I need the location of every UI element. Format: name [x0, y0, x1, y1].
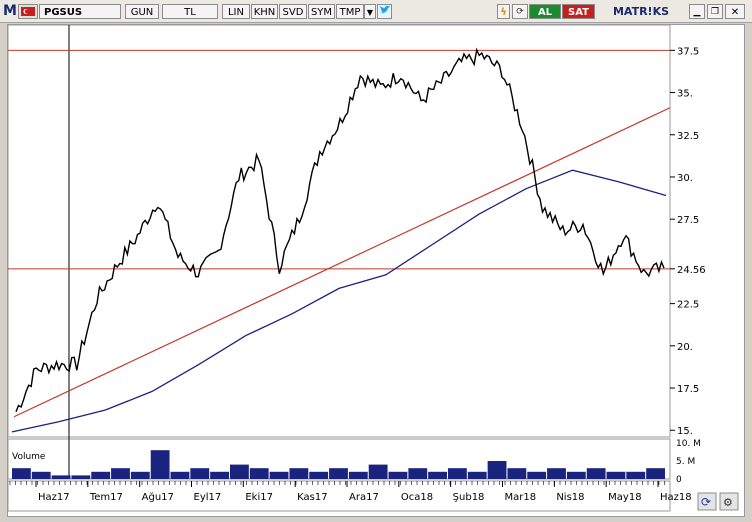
price-chart[interactable]: 15. 17.5 20. 22.5 24.56 27.5 30. 32.5 35. 37.5 10…	[7, 24, 744, 516]
volume-bar	[51, 475, 71, 479]
volume-bar	[31, 471, 51, 479]
volume-bar	[507, 468, 527, 479]
volume-bar	[170, 471, 190, 479]
flag-icon[interactable]	[18, 4, 38, 19]
x-tick-label: Mar18	[505, 492, 537, 503]
volume-bar	[606, 471, 626, 479]
volume-bar	[448, 468, 467, 479]
settings-icon[interactable]: ⚙	[719, 492, 739, 511]
volume-bar	[646, 468, 665, 479]
x-tick-label: Eyl17	[194, 492, 222, 503]
x-tick-label: Tem17	[89, 492, 123, 503]
x-tick-label: Haz17	[38, 492, 70, 503]
refresh-icon[interactable]: ⟳	[512, 4, 528, 19]
volume-tick-label: 10. M	[676, 439, 701, 449]
chart-area[interactable]: 15. 17.5 20. 22.5 24.56 27.5 30. 32.5 35. 37.5 10…	[7, 24, 745, 517]
volume-bar	[428, 471, 447, 479]
x-tick-label: May18	[608, 492, 641, 503]
volume-bar	[269, 471, 289, 479]
volume-bar	[190, 468, 210, 479]
x-tick-label: Ağu17	[142, 491, 174, 503]
volume-bar	[547, 468, 566, 479]
currency-button[interactable]: TL	[162, 4, 218, 19]
volume-bar	[150, 450, 170, 479]
sym-button[interactable]: SYM	[308, 4, 335, 19]
twitter-icon[interactable]	[377, 4, 392, 19]
y-tick-label: 27.5	[677, 215, 699, 226]
volume-label: Volume	[12, 452, 46, 462]
svg-text:⚙: ⚙	[723, 496, 733, 509]
symbol-field[interactable]: PGSUS	[39, 4, 121, 19]
volume-bar	[289, 468, 309, 479]
x-tick-label: Ara17	[349, 492, 379, 503]
khn-button[interactable]: KHN	[251, 4, 278, 19]
x-tick-label: Oca18	[401, 492, 433, 503]
price-panel	[7, 24, 671, 438]
m-logo-icon[interactable]: M	[3, 3, 18, 19]
y-tick-label: 20.	[677, 342, 693, 353]
x-tick-label: Kas17	[297, 492, 327, 503]
restore-icon[interactable]: ❐	[707, 4, 723, 19]
refresh-chart-icon[interactable]: ⟳	[697, 492, 717, 511]
chart-toolbar: M PGSUS GUN TL LIN KHN SVD SYM TMP ▼ ϟ ⟳…	[0, 0, 752, 23]
y-tick-label: 17.5	[677, 384, 699, 395]
svd-button[interactable]: SVD	[279, 4, 307, 19]
buy-button[interactable]: AL	[529, 4, 561, 19]
x-tick-label: Şub18	[453, 492, 485, 503]
minimize-icon[interactable]: ▁	[689, 4, 705, 19]
volume-bar	[368, 464, 388, 479]
volume-bar	[210, 471, 229, 479]
volume-bar	[566, 471, 586, 479]
close-icon[interactable]: ✕	[725, 4, 745, 19]
x-tick-label: Nis18	[556, 492, 584, 503]
volume-bar	[230, 464, 249, 479]
volume-bar	[329, 468, 348, 479]
sell-button[interactable]: SAT	[562, 4, 595, 19]
y-tick-label: 35.	[677, 89, 693, 100]
x-tick-label: Eki17	[245, 492, 273, 503]
period-button[interactable]: GUN	[125, 4, 159, 19]
y-tick-label: 15.	[677, 426, 693, 437]
volume-bar	[487, 461, 507, 479]
volume-bar	[527, 471, 547, 479]
y-tick-label: 37.5	[677, 46, 699, 57]
y-tick-label: 30.	[677, 173, 693, 184]
dropdown-icon[interactable]: ▼	[364, 4, 376, 19]
volume-bar	[71, 475, 91, 479]
x-tick-label: Haz18	[660, 492, 692, 503]
y-tick-label: 22.5	[677, 300, 699, 311]
volume-bar	[348, 471, 368, 479]
volume-tick-label: 5. M	[676, 457, 695, 467]
volume-tick-label: 0	[676, 475, 682, 485]
volume-bar	[111, 468, 130, 479]
lightning-icon[interactable]: ϟ	[497, 4, 510, 19]
volume-bar	[388, 471, 408, 479]
tmp-button[interactable]: TMP	[336, 4, 364, 19]
volume-bar	[12, 468, 31, 479]
matriks-logo: MATR!KS	[612, 5, 670, 18]
volume-bar	[249, 468, 269, 479]
volume-bar	[91, 471, 111, 479]
y-tick-label: 24.56	[677, 265, 706, 276]
y-tick-label: 32.5	[677, 131, 699, 142]
volume-bar	[467, 471, 487, 479]
linear-scale-button[interactable]: LIN	[222, 4, 250, 19]
volume-bar	[130, 471, 150, 479]
svg-text:⟳: ⟳	[701, 495, 711, 509]
volume-bar	[309, 471, 329, 479]
volume-bar	[408, 468, 428, 479]
volume-bar	[586, 468, 606, 479]
volume-bar	[626, 471, 646, 479]
